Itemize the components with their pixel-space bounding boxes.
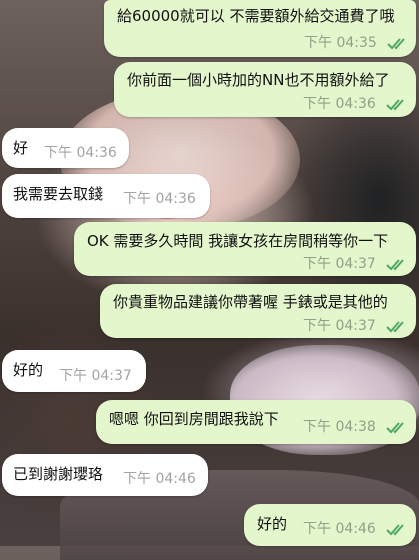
message-time: 下午 04:36 (303, 96, 376, 112)
message-time: 下午 04:38 (303, 419, 376, 435)
message-bubble-outgoing[interactable]: 你貴重物品建議你帶著喔 手錶或是其他的 下午 04:37 (100, 284, 416, 338)
double-check-icon (386, 99, 408, 111)
message-bubble-incoming[interactable]: 好 下午 04:36 (2, 128, 129, 168)
message-text: 嗯嗯 你回到房間跟我說下 (109, 410, 279, 428)
double-check-icon (386, 524, 408, 536)
message-bubble-incoming[interactable]: 我需要去取錢 下午 04:36 (2, 174, 210, 218)
message-time: 下午 04:37 (59, 368, 132, 384)
message-text: OK 需要多久時間 我讓女孩在房間稍等你一下 (87, 232, 389, 250)
double-check-icon (387, 38, 409, 50)
double-check-icon (386, 422, 408, 434)
message-bubble-outgoing[interactable]: OK 需要多久時間 我讓女孩在房間稍等你一下 下午 04:37 (74, 222, 416, 276)
message-bubble-outgoing[interactable]: 給60000就可以 不需要額外給交通費了哦 下午 04:35 (104, 0, 416, 57)
message-bubble-incoming[interactable]: 好的 下午 04:37 (2, 350, 146, 392)
message-text: 好的 (13, 361, 44, 379)
message-text: 好 (13, 139, 29, 157)
message-time: 下午 04:35 (304, 35, 377, 51)
message-text: 你貴重物品建議你帶著喔 手錶或是其他的 (113, 293, 388, 311)
message-bubble-incoming[interactable]: 已到謝謝瓔珞 下午 04:46 (2, 454, 208, 496)
message-time: 下午 04:46 (303, 521, 376, 537)
message-text: 我需要去取錢 (13, 185, 104, 203)
message-text: 好的 (257, 515, 288, 533)
message-time: 下午 04:37 (303, 318, 376, 334)
message-time: 下午 04:36 (44, 145, 117, 161)
double-check-icon (386, 321, 408, 333)
message-bubble-outgoing[interactable]: 好的 下午 04:46 (244, 504, 416, 546)
message-bubble-outgoing[interactable]: 嗯嗯 你回到房間跟我說下 下午 04:38 (96, 400, 416, 444)
message-time: 下午 04:36 (123, 191, 196, 207)
message-bubble-outgoing[interactable]: 你前面一個小時加的NN也不用額外給了 下午 04:36 (114, 62, 416, 117)
message-time: 下午 04:46 (123, 471, 196, 487)
double-check-icon (386, 259, 408, 271)
message-time: 下午 04:37 (303, 256, 376, 272)
message-text: 已到謝謝瓔珞 (13, 465, 104, 483)
message-text: 給60000就可以 不需要額外給交通費了哦 (117, 7, 395, 25)
message-text: 你前面一個小時加的NN也不用額外給了 (127, 71, 390, 89)
